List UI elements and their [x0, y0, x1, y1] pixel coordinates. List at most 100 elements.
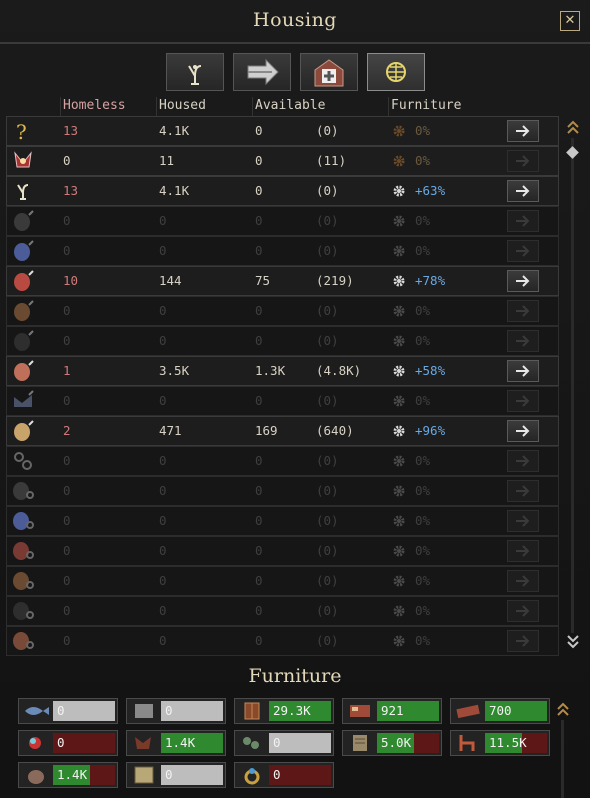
furniture-item[interactable]: 700 [450, 698, 550, 724]
herbs-icon [243, 737, 259, 749]
rug-icon [456, 704, 480, 719]
svg-text:?: ? [16, 120, 27, 143]
furniture-item[interactable]: 0 [18, 698, 118, 724]
column-housed: Housed [159, 98, 206, 113]
row-go-button[interactable] [507, 150, 539, 172]
housed-count: 0 [159, 633, 167, 648]
table-row[interactable]: 0 0 0 (0) 0% [6, 446, 559, 476]
row-go-button[interactable] [507, 420, 539, 442]
furniture-bonus: 0% [415, 393, 431, 408]
table-row[interactable]: 0 0 0 (0) 0% [6, 236, 559, 266]
table-row[interactable]: 2 471 169 (640) +96% [6, 416, 559, 446]
table-row[interactable]: 0 0 0 (0) 0% [6, 296, 559, 326]
furniture-item[interactable]: 1.4K [126, 730, 226, 756]
table-row[interactable]: 13 4.1K 0 (0) +63% [6, 176, 559, 206]
homeless-count: 1 [63, 363, 71, 378]
table-row[interactable]: 0 0 0 (0) 0% [6, 326, 559, 356]
table-row[interactable]: 0 0 0 (0) 0% [6, 596, 559, 626]
row-go-button[interactable] [507, 210, 539, 232]
scroll-down-icon[interactable] [566, 632, 580, 652]
furniture-item[interactable]: 0 [234, 762, 334, 788]
table-scrollbar[interactable] [566, 118, 580, 654]
row-go-button[interactable] [507, 390, 539, 412]
furniture-stock: 1.4K [165, 735, 196, 750]
furniture-item[interactable]: 0 [234, 730, 334, 756]
furniture-bonus: 0% [415, 303, 431, 318]
available-capacity: (0) [316, 123, 339, 138]
available-count: 0 [255, 633, 263, 648]
row-go-button[interactable] [507, 360, 539, 382]
table-row[interactable]: 0 11 0 (11) 0% [6, 146, 559, 176]
table-row[interactable]: 0 0 0 (0) 0% [6, 386, 559, 416]
row-go-button[interactable] [507, 300, 539, 322]
table-row[interactable]: ? 13 4.1K 0 (0) 0% [6, 116, 559, 146]
gear-icon [393, 125, 405, 137]
row-go-button[interactable] [507, 480, 539, 502]
close-button[interactable]: ✕ [560, 11, 580, 31]
row-go-button[interactable] [507, 240, 539, 262]
table-row[interactable]: 10 144 75 (219) +78% [6, 266, 559, 296]
available-capacity: (0) [316, 603, 339, 618]
housed-count: 0 [159, 483, 167, 498]
furniture-item[interactable]: 921 [342, 698, 442, 724]
available-capacity: (640) [316, 423, 354, 438]
row-go-button[interactable] [507, 120, 539, 142]
furniture-scroll-up-icon[interactable] [556, 700, 570, 798]
housed-count: 0 [159, 393, 167, 408]
furniture-item[interactable]: 0 [18, 730, 118, 756]
chained-dwarf-icon [13, 482, 34, 500]
tab-world[interactable] [367, 53, 425, 91]
available-capacity: (0) [316, 483, 339, 498]
row-go-button[interactable] [507, 510, 539, 532]
furniture-item[interactable]: 29.3K [234, 698, 334, 724]
row-go-button[interactable] [507, 450, 539, 472]
furniture-stock: 700 [489, 703, 512, 718]
scroll-up-icon[interactable] [566, 118, 580, 136]
row-go-button[interactable] [507, 330, 539, 352]
row-go-button[interactable] [507, 180, 539, 202]
table-row[interactable]: 0 0 0 (0) 0% [6, 566, 559, 596]
row-go-button[interactable] [507, 540, 539, 562]
gear-icon [393, 365, 405, 377]
furniture-item[interactable]: 0 [126, 698, 226, 724]
table-row[interactable]: 0 0 0 (0) 0% [6, 206, 559, 236]
arrow-right-icon [516, 275, 530, 287]
available-count: 0 [255, 573, 263, 588]
hospital-icon [314, 59, 344, 87]
tab-hospital[interactable] [300, 53, 358, 91]
available-count: 0 [255, 333, 263, 348]
furniture-item[interactable]: 0 [126, 762, 226, 788]
scroll-track[interactable] [571, 138, 574, 633]
furniture-item[interactable]: 1.4K [18, 762, 118, 788]
homeless-count: 0 [63, 243, 71, 258]
scroll-thumb[interactable] [566, 146, 579, 159]
homeless-count: 0 [63, 483, 71, 498]
table-row[interactable]: 0 0 0 (0) 0% [6, 476, 559, 506]
table-row[interactable]: 0 0 0 (0) 0% [6, 536, 559, 566]
table-row[interactable]: 0 0 0 (0) 0% [6, 626, 559, 656]
housed-count: 0 [159, 513, 167, 528]
available-count: 0 [255, 483, 263, 498]
globe-icon [386, 62, 406, 82]
row-go-button[interactable] [507, 630, 539, 652]
homeless-count: 13 [63, 183, 79, 198]
sack-icon [28, 770, 44, 784]
furniture-item[interactable]: 5.0K [342, 730, 442, 756]
column-available: Available [255, 98, 326, 113]
tab-citizens[interactable] [166, 53, 224, 91]
citizen-icon [17, 184, 29, 200]
row-go-button[interactable] [507, 600, 539, 622]
row-go-button[interactable] [507, 270, 539, 292]
table-row[interactable]: 1 3.5K 1.3K (4.8K) +58% [6, 356, 559, 386]
furniture-bonus: 0% [415, 633, 431, 648]
row-go-button[interactable] [507, 570, 539, 592]
available-count: 0 [255, 603, 263, 618]
arrow-right-icon [516, 365, 530, 377]
tab-transfer[interactable] [233, 53, 291, 91]
arrow-right-icon [516, 455, 530, 467]
chained-brown-face-icon [13, 572, 34, 590]
furniture-item[interactable]: 11.5K [450, 730, 550, 756]
arrow-right-icon [516, 395, 530, 407]
table-row[interactable]: 0 0 0 (0) 0% [6, 506, 559, 536]
furniture-bonus: +63% [415, 183, 446, 198]
